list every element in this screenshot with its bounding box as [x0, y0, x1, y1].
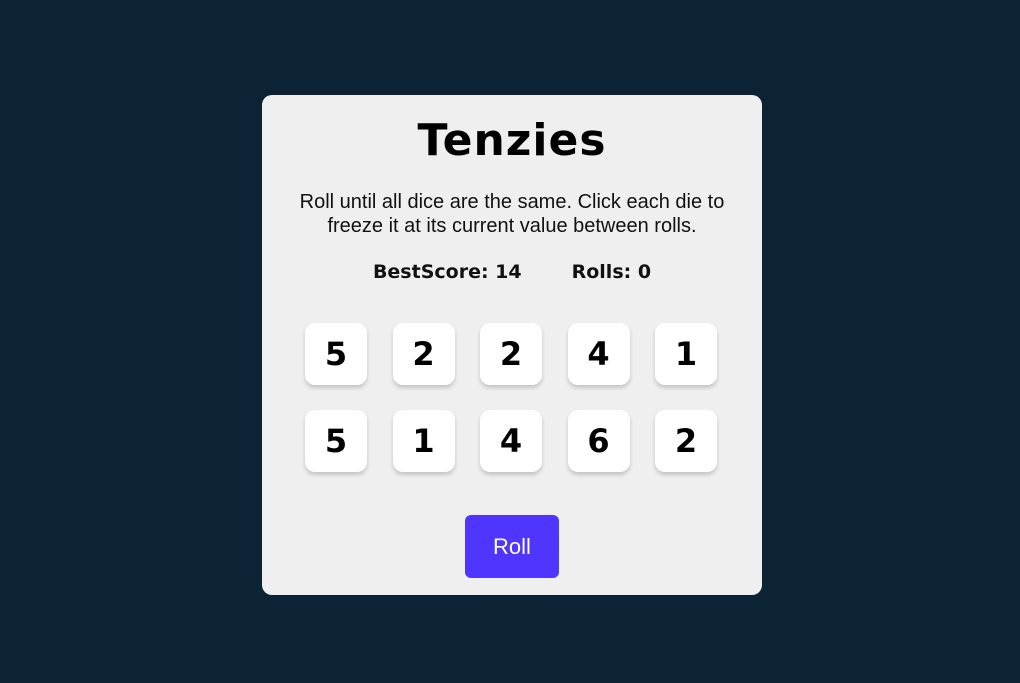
- game-board: Tenzies Roll until all dice are the same…: [262, 95, 762, 595]
- die[interactable]: 1: [655, 323, 717, 385]
- die[interactable]: 1: [392, 410, 455, 472]
- die[interactable]: 6: [567, 410, 630, 472]
- die[interactable]: 4: [567, 323, 630, 385]
- stats-bar: BestScore: 14 Rolls: 0: [262, 261, 762, 283]
- instructions-text: Roll until all dice are the same. Click …: [299, 191, 725, 237]
- die[interactable]: 2: [392, 323, 455, 385]
- roll-button[interactable]: Roll: [465, 515, 559, 578]
- die[interactable]: 2: [655, 410, 717, 472]
- die[interactable]: 5: [305, 323, 367, 385]
- game-title: Tenzies: [417, 115, 607, 166]
- dice-grid: 5 2 2 4 1 5 1 4 6 2: [305, 323, 719, 472]
- best-score: BestScore: 14: [372, 261, 522, 283]
- die[interactable]: 4: [480, 410, 542, 472]
- die[interactable]: 5: [305, 410, 367, 472]
- rolls-count: Rolls: 0: [571, 261, 652, 283]
- die[interactable]: 2: [480, 323, 542, 385]
